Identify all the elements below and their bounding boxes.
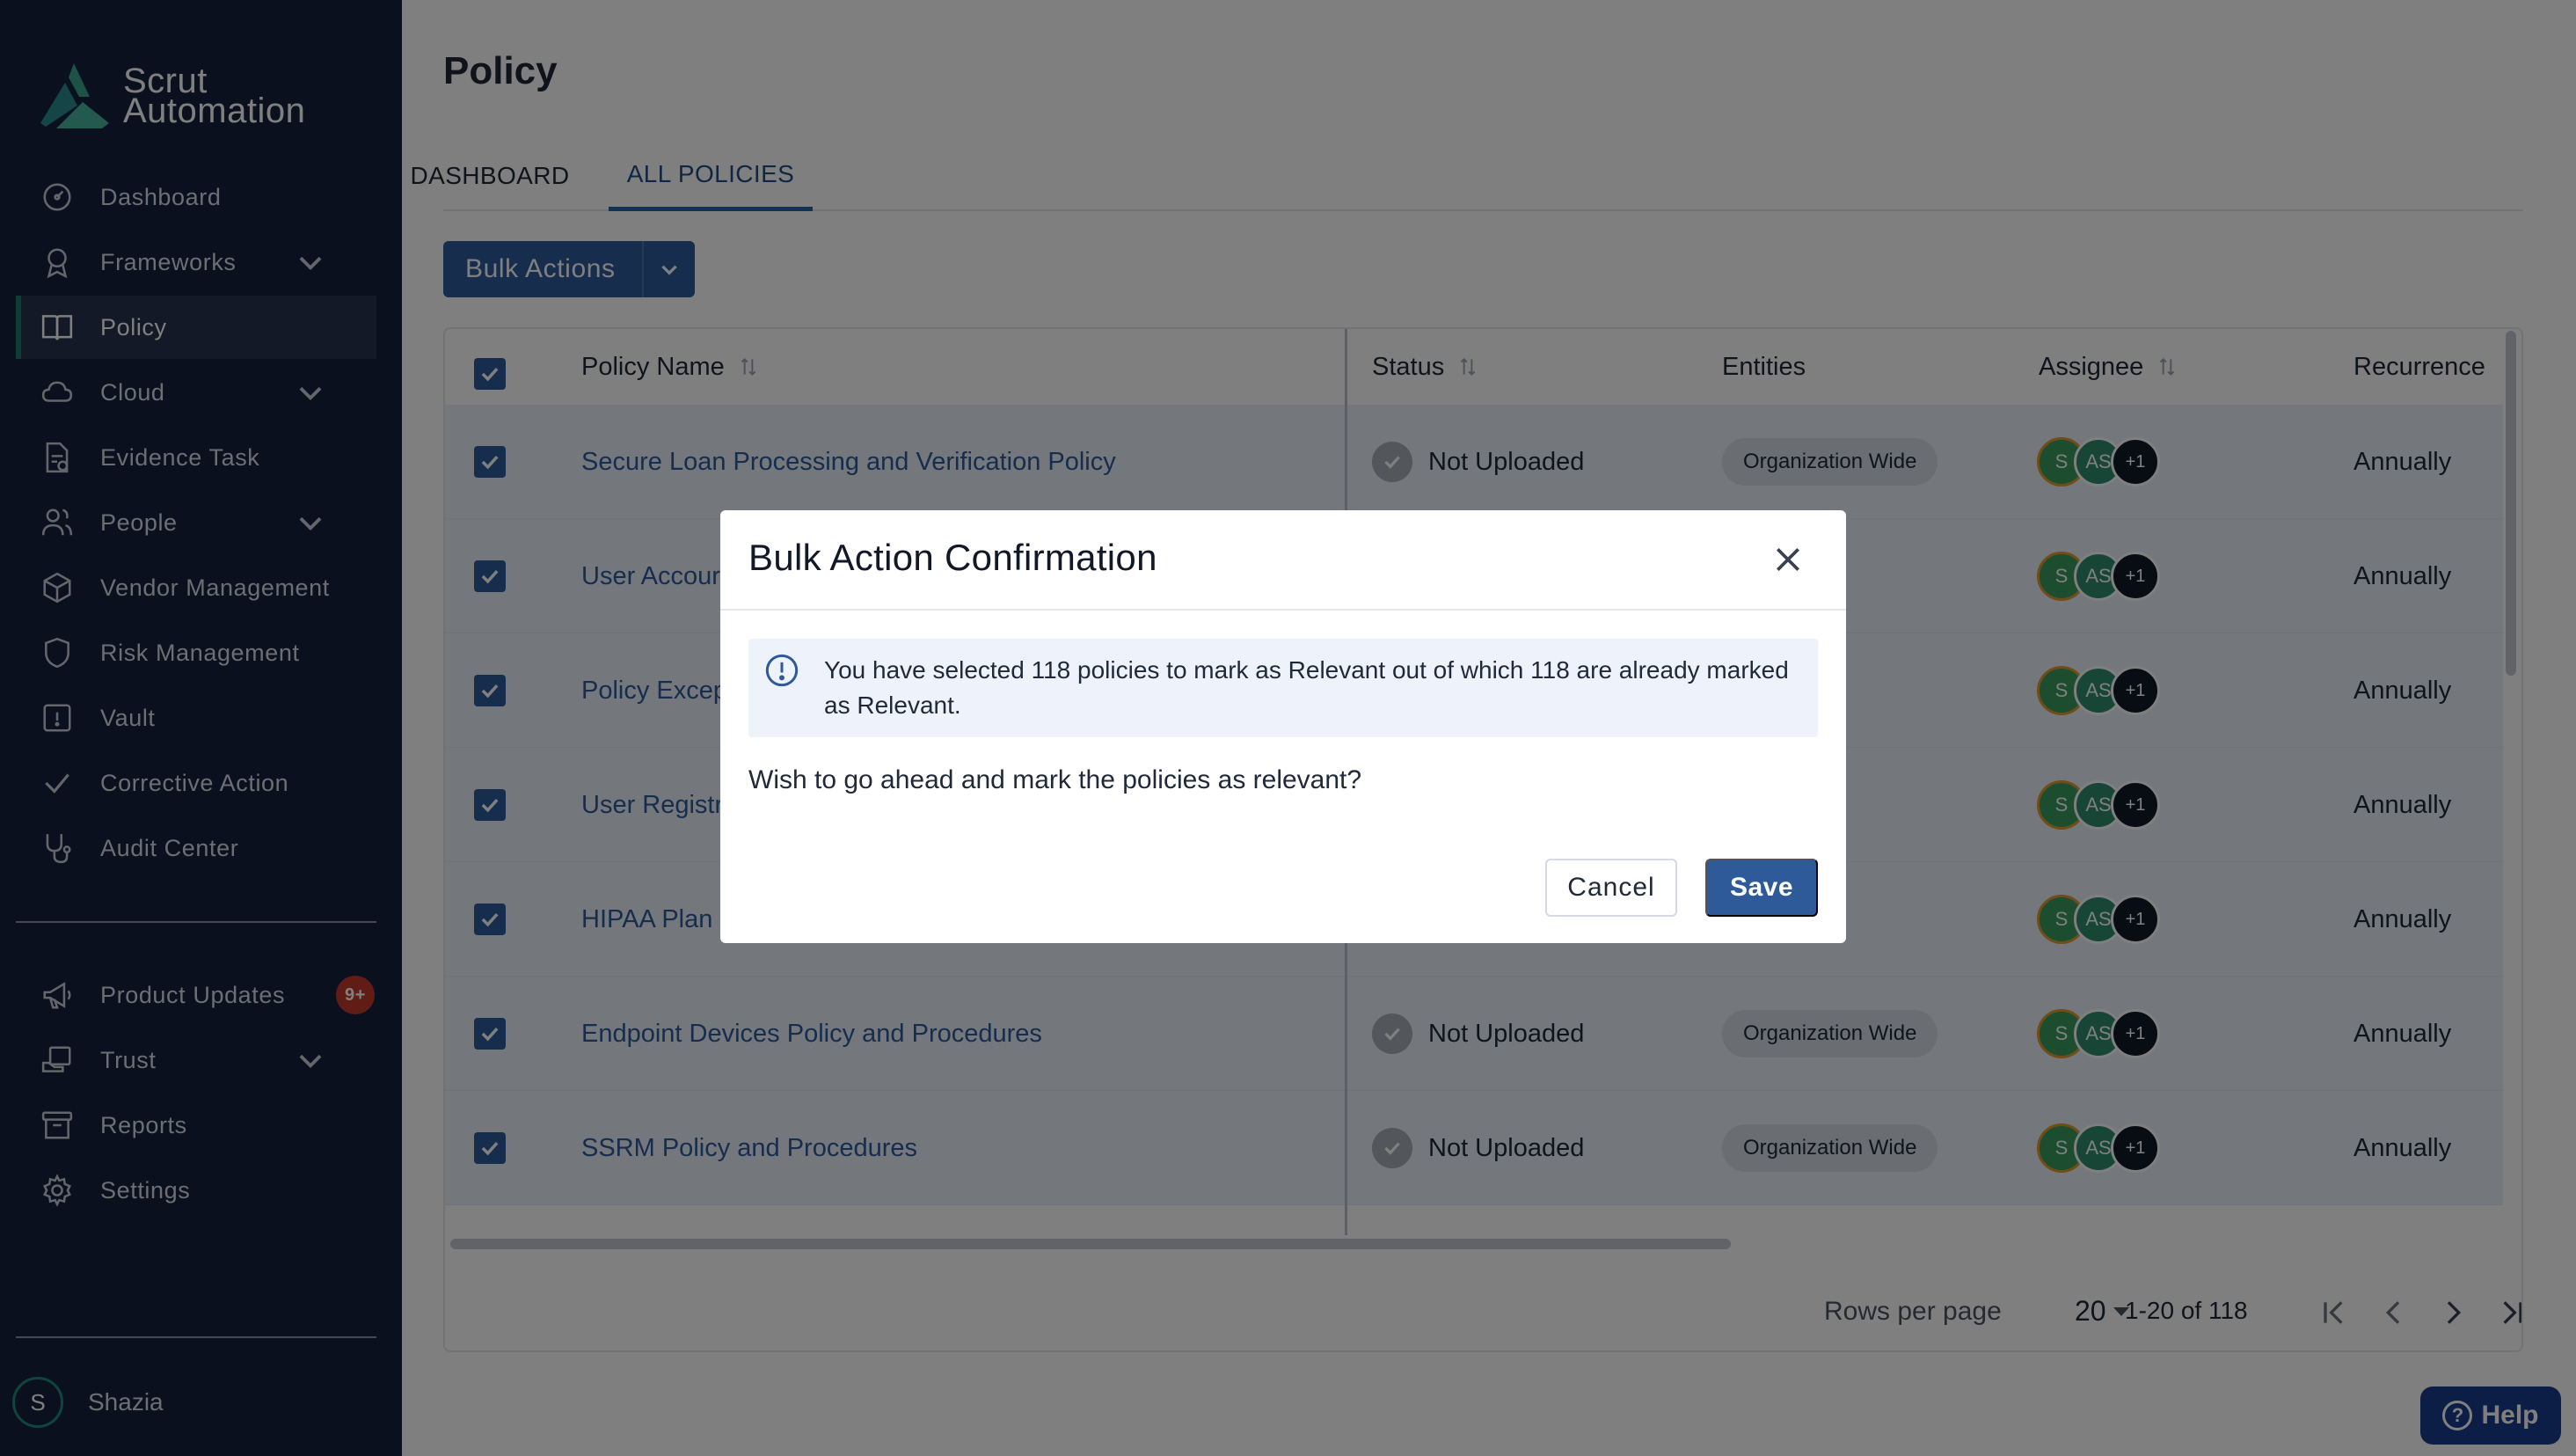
- modal-title: Bulk Action Confirmation: [748, 537, 1157, 578]
- confirmation-question: Wish to go ahead and mark the policies a…: [748, 765, 1362, 794]
- cancel-button[interactable]: Cancel: [1545, 859, 1677, 917]
- save-button[interactable]: Save: [1705, 859, 1818, 917]
- close-icon[interactable]: [1770, 542, 1806, 577]
- bulk-action-confirmation-dialog: Bulk Action Confirmation You have select…: [720, 510, 1846, 943]
- modal-header: Bulk Action Confirmation: [720, 510, 1846, 611]
- alert-message: You have selected 118 policies to mark a…: [824, 656, 1789, 719]
- info-alert: You have selected 118 policies to mark a…: [748, 639, 1818, 737]
- info-icon: [765, 654, 799, 687]
